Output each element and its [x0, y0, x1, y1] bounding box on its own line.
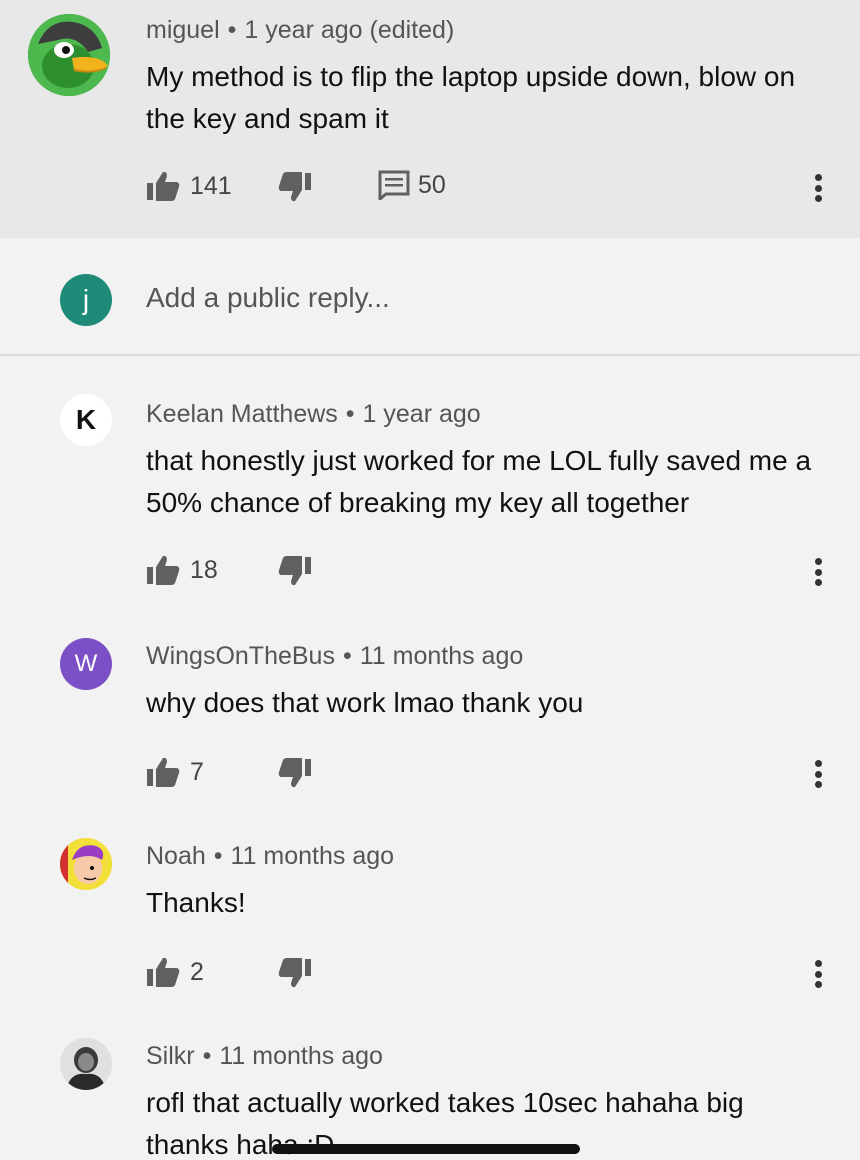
more-dot — [814, 184, 822, 192]
penguin-avatar-icon — [28, 14, 110, 96]
avatar-letter: W — [74, 650, 98, 677]
more-vert-icon — [814, 558, 822, 565]
thumbs-down-icon — [278, 958, 311, 988]
comment-actions: 2 — [146, 956, 846, 996]
timestamp[interactable]: 11 months ago — [360, 642, 524, 670]
more-options-button[interactable] — [806, 956, 830, 992]
timestamp[interactable]: 11 months ago — [231, 842, 395, 870]
reply-comment: Silkr • 11 months ago rofl that actually w… — [0, 1022, 860, 1160]
author-name[interactable]: WingsOnTheBus — [146, 642, 335, 670]
comment-meta: Silkr • 11 months ago — [146, 1042, 383, 1071]
more-dot — [814, 568, 822, 576]
comment-actions: 18 — [146, 554, 846, 594]
dislike-button[interactable] — [276, 958, 312, 995]
dislike-button[interactable] — [276, 556, 312, 593]
author-name[interactable]: Keelan Matthews — [146, 400, 338, 428]
separator-dot: • — [213, 842, 223, 870]
dislike-button[interactable] — [276, 758, 312, 795]
separator-dot: • — [202, 1042, 212, 1070]
avatar-miguel[interactable] — [28, 14, 110, 96]
avatar-letter: j — [82, 284, 90, 315]
more-options-button[interactable] — [806, 554, 830, 590]
thumbs-down-icon — [278, 758, 311, 788]
separator-dot: • — [227, 16, 237, 44]
avatar-wings[interactable]: W — [60, 638, 112, 690]
comment-meta: WingsOnTheBus • 11 months ago — [146, 642, 523, 671]
avatar-noah[interactable] — [60, 838, 112, 890]
reply-box: j Add a public reply... — [0, 238, 860, 356]
like-count: 18 — [190, 555, 218, 584]
thumbs-up-icon — [147, 171, 180, 201]
separator-dot: • — [345, 400, 355, 428]
author-name[interactable]: Noah — [146, 842, 206, 870]
more-dot — [814, 970, 822, 978]
comment-text: that honestly just worked for me LOL ful… — [146, 445, 812, 518]
thumbs-up-icon — [147, 757, 180, 787]
like-button[interactable]: 7 — [146, 756, 204, 788]
comment-meta: miguel • 1 year ago (edited) — [146, 16, 454, 45]
dislike-button[interactable] — [276, 172, 312, 209]
user-avatar[interactable]: j — [60, 274, 112, 326]
comment-actions: 141 50 — [146, 170, 846, 210]
more-dot — [814, 781, 822, 788]
timestamp[interactable]: 1 year ago — [363, 400, 481, 428]
like-button[interactable]: 18 — [146, 554, 218, 586]
more-options-button[interactable] — [806, 756, 830, 792]
more-vert-icon — [814, 174, 822, 181]
like-count: 7 — [190, 757, 204, 786]
reply-input[interactable]: Add a public reply... — [146, 282, 390, 314]
timestamp[interactable]: 1 year ago (edited) — [244, 16, 454, 44]
reply-count: 50 — [418, 170, 446, 199]
reply-comment: Noah • 11 months ago Thanks! 2 — [0, 822, 860, 1002]
like-count: 2 — [190, 957, 204, 986]
comment-icon — [378, 170, 410, 200]
thumbs-down-icon — [278, 172, 311, 202]
more-dot — [814, 195, 822, 202]
comment-meta: Keelan Matthews • 1 year ago — [146, 400, 481, 429]
author-name[interactable]: miguel — [146, 16, 220, 44]
parent-comment: miguel • 1 year ago (edited) My method is … — [0, 0, 860, 238]
comment-text: why does that work lmao thank you — [146, 687, 584, 718]
reply-comment: W WingsOnTheBus • 11 months ago why does t… — [0, 622, 860, 802]
comment-text: Thanks! — [146, 887, 246, 918]
comment-meta: Noah • 11 months ago — [146, 842, 394, 871]
avatar-letter: K — [75, 404, 97, 435]
thumbs-down-icon — [278, 556, 311, 586]
like-button[interactable]: 141 — [146, 170, 232, 202]
like-button[interactable]: 2 — [146, 956, 204, 988]
more-vert-icon — [814, 760, 822, 767]
cartoon-face-avatar-icon — [60, 838, 112, 890]
more-vert-icon — [814, 960, 822, 967]
thumbs-up-icon — [147, 555, 180, 585]
avatar-keelan[interactable]: K — [60, 394, 112, 446]
separator-dot: • — [342, 642, 352, 670]
replies-button[interactable]: 50 — [378, 170, 446, 200]
timestamp[interactable]: 11 months ago — [219, 1042, 383, 1070]
more-dot — [814, 770, 822, 778]
home-indicator[interactable] — [272, 1144, 580, 1154]
more-dot — [814, 579, 822, 586]
like-count: 141 — [190, 171, 232, 200]
author-name[interactable]: Silkr — [146, 1042, 195, 1070]
photo-avatar-icon — [60, 1038, 112, 1090]
comment-actions: 7 — [146, 756, 846, 796]
more-options-button[interactable] — [806, 170, 830, 206]
more-dot — [814, 981, 822, 988]
avatar-silkr[interactable] — [60, 1038, 112, 1090]
reply-comment: K Keelan Matthews • 1 year ago that honest… — [0, 380, 860, 600]
comment-text: My method is to flip the laptop upside d… — [146, 61, 796, 134]
thumbs-up-icon — [147, 957, 180, 987]
